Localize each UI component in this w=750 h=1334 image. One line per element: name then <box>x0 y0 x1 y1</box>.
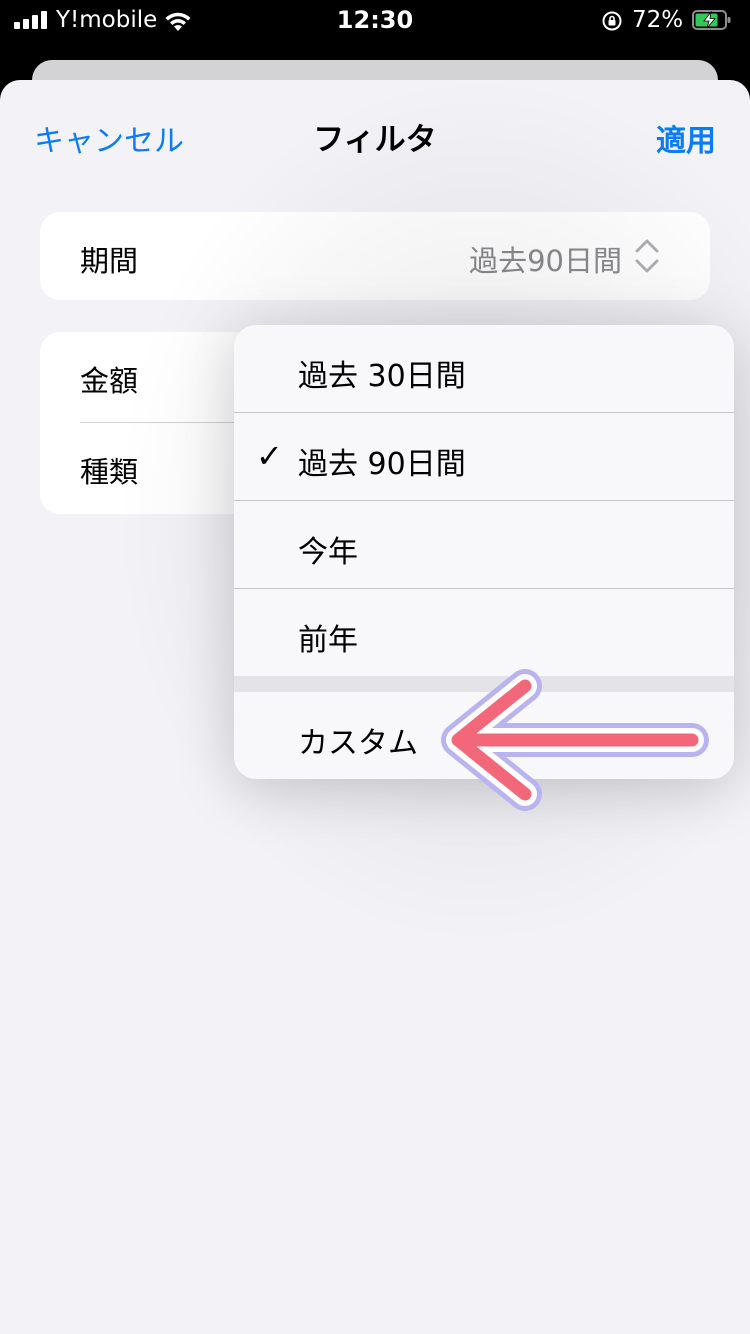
battery-charging-icon <box>692 10 731 30</box>
status-bar: Y!mobile 12:30 72% <box>0 0 750 44</box>
amount-label: 金額 <box>80 364 139 398</box>
menu-item-label: 過去 90日間 <box>298 447 466 482</box>
battery-percent: 72% <box>632 7 684 33</box>
period-group: 期間 過去90日間 <box>40 212 710 300</box>
menu-item-this-year[interactable]: 今年 <box>234 501 734 589</box>
chevron-up-down-icon <box>635 239 659 273</box>
period-row[interactable]: 期間 過去90日間 <box>40 212 710 302</box>
checkmark-icon: ✓ <box>256 437 283 475</box>
menu-item-past-90-days[interactable]: ✓ 過去 90日間 <box>234 413 734 501</box>
menu-item-last-year[interactable]: 前年 <box>234 589 734 677</box>
period-label: 期間 <box>80 244 139 278</box>
apply-button[interactable]: 適用 <box>656 116 716 160</box>
type-label: 種類 <box>80 455 139 489</box>
menu-item-label: 今年 <box>298 535 358 570</box>
orientation-lock-icon <box>602 11 622 31</box>
menu-item-label: カスタム <box>298 726 418 761</box>
menu-item-label: 前年 <box>298 623 358 658</box>
period-value[interactable]: 過去90日間 <box>469 238 622 280</box>
sheet-title: フィルタ <box>313 122 437 158</box>
annotation-arrow-icon <box>441 669 709 811</box>
menu-item-label: 過去 30日間 <box>298 359 466 394</box>
menu-item-past-30-days[interactable]: 過去 30日間 <box>234 325 734 413</box>
